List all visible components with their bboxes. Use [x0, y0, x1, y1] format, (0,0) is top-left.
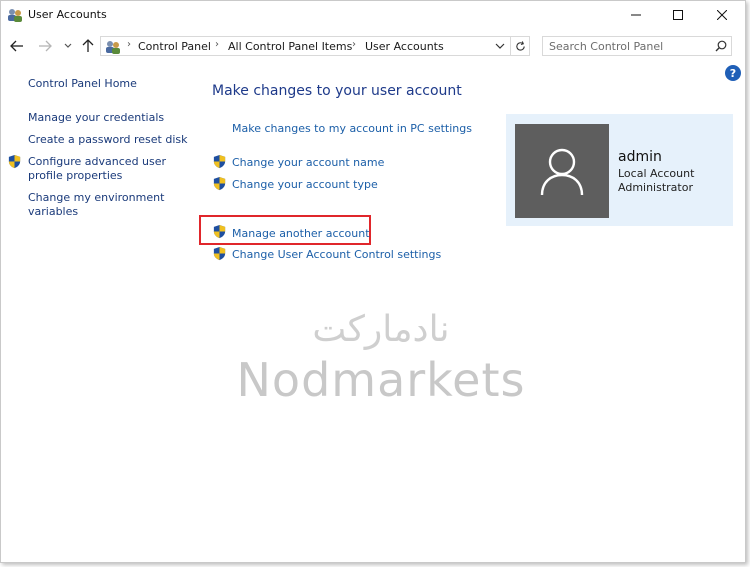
breadcrumb-separator-icon: ›: [352, 39, 356, 50]
task-pc-settings-link[interactable]: Make changes to my account in PC setting…: [232, 122, 472, 135]
task-change-account-type-link[interactable]: Change your account type: [232, 178, 378, 191]
user-accounts-window: User Accounts › Control Panel › All Cont…: [0, 0, 746, 563]
address-bar[interactable]: › Control Panel › All Control Panel Item…: [100, 36, 511, 56]
sidebar-item-advanced-profile-properties[interactable]: Configure advanced user profile properti…: [28, 155, 188, 183]
sidebar-item-manage-credentials[interactable]: Manage your credentials: [28, 111, 164, 125]
page-title: Make changes to your user account: [212, 83, 462, 99]
help-icon[interactable]: ?: [725, 65, 741, 81]
close-button[interactable]: [699, 1, 745, 29]
sidebar-item-environment-variables[interactable]: Change my environment variables: [28, 191, 178, 219]
arrow-left-icon: [10, 40, 23, 52]
breadcrumb-all-items[interactable]: All Control Panel Items: [228, 40, 352, 53]
recent-locations-button[interactable]: [61, 36, 75, 56]
uac-shield-icon: [213, 246, 226, 261]
up-button[interactable]: [79, 36, 97, 56]
breadcrumb-separator-icon: ›: [127, 39, 131, 50]
search-icon[interactable]: [715, 40, 727, 52]
chevron-down-icon: [64, 43, 72, 48]
uac-shield-icon: [213, 154, 226, 169]
refresh-icon: [515, 40, 525, 51]
breadcrumb-user-accounts[interactable]: User Accounts: [365, 40, 444, 53]
refresh-button[interactable]: [511, 36, 530, 56]
arrow-up-icon: [82, 39, 94, 52]
control-panel-icon: [106, 41, 120, 54]
account-role: Administrator: [618, 181, 693, 194]
maximize-icon: [673, 10, 683, 20]
user-accounts-icon: [8, 9, 22, 22]
sidebar-item-password-reset-disk[interactable]: Create a password reset disk: [28, 133, 188, 147]
minimize-icon: [631, 14, 641, 16]
search-box[interactable]: [542, 36, 732, 56]
maximize-button[interactable]: [655, 1, 701, 29]
task-manage-another-account-link[interactable]: Manage another account: [232, 227, 370, 240]
account-name: admin: [618, 149, 662, 165]
window-title: User Accounts: [28, 8, 107, 21]
forward-button[interactable]: [35, 36, 55, 56]
uac-shield-icon: [213, 224, 226, 239]
search-input[interactable]: [543, 37, 714, 55]
task-uac-settings-link[interactable]: Change User Account Control settings: [232, 248, 441, 261]
navigation-bar: › Control Panel › All Control Panel Item…: [1, 33, 745, 59]
account-card: admin Local Account Administrator: [506, 114, 733, 226]
account-type: Local Account: [618, 167, 695, 180]
minimize-button[interactable]: [613, 1, 659, 29]
breadcrumb-separator-icon: ›: [215, 39, 219, 50]
back-button[interactable]: [7, 36, 27, 56]
uac-shield-icon: [213, 176, 226, 191]
sidebar-item-control-panel-home[interactable]: Control Panel Home: [28, 77, 137, 91]
task-change-account-name-link[interactable]: Change your account name: [232, 156, 384, 169]
watermark-english: Nodmarkets: [236, 353, 526, 407]
breadcrumb-control-panel[interactable]: Control Panel: [138, 40, 211, 53]
title-bar: User Accounts: [1, 1, 745, 29]
chevron-down-icon[interactable]: [495, 43, 505, 50]
uac-shield-icon: [8, 154, 21, 169]
user-icon: [540, 148, 584, 196]
avatar: [515, 124, 609, 218]
close-icon: [717, 10, 727, 20]
watermark-persian: نادمارکت: [312, 309, 450, 350]
arrow-right-icon: [39, 40, 52, 52]
